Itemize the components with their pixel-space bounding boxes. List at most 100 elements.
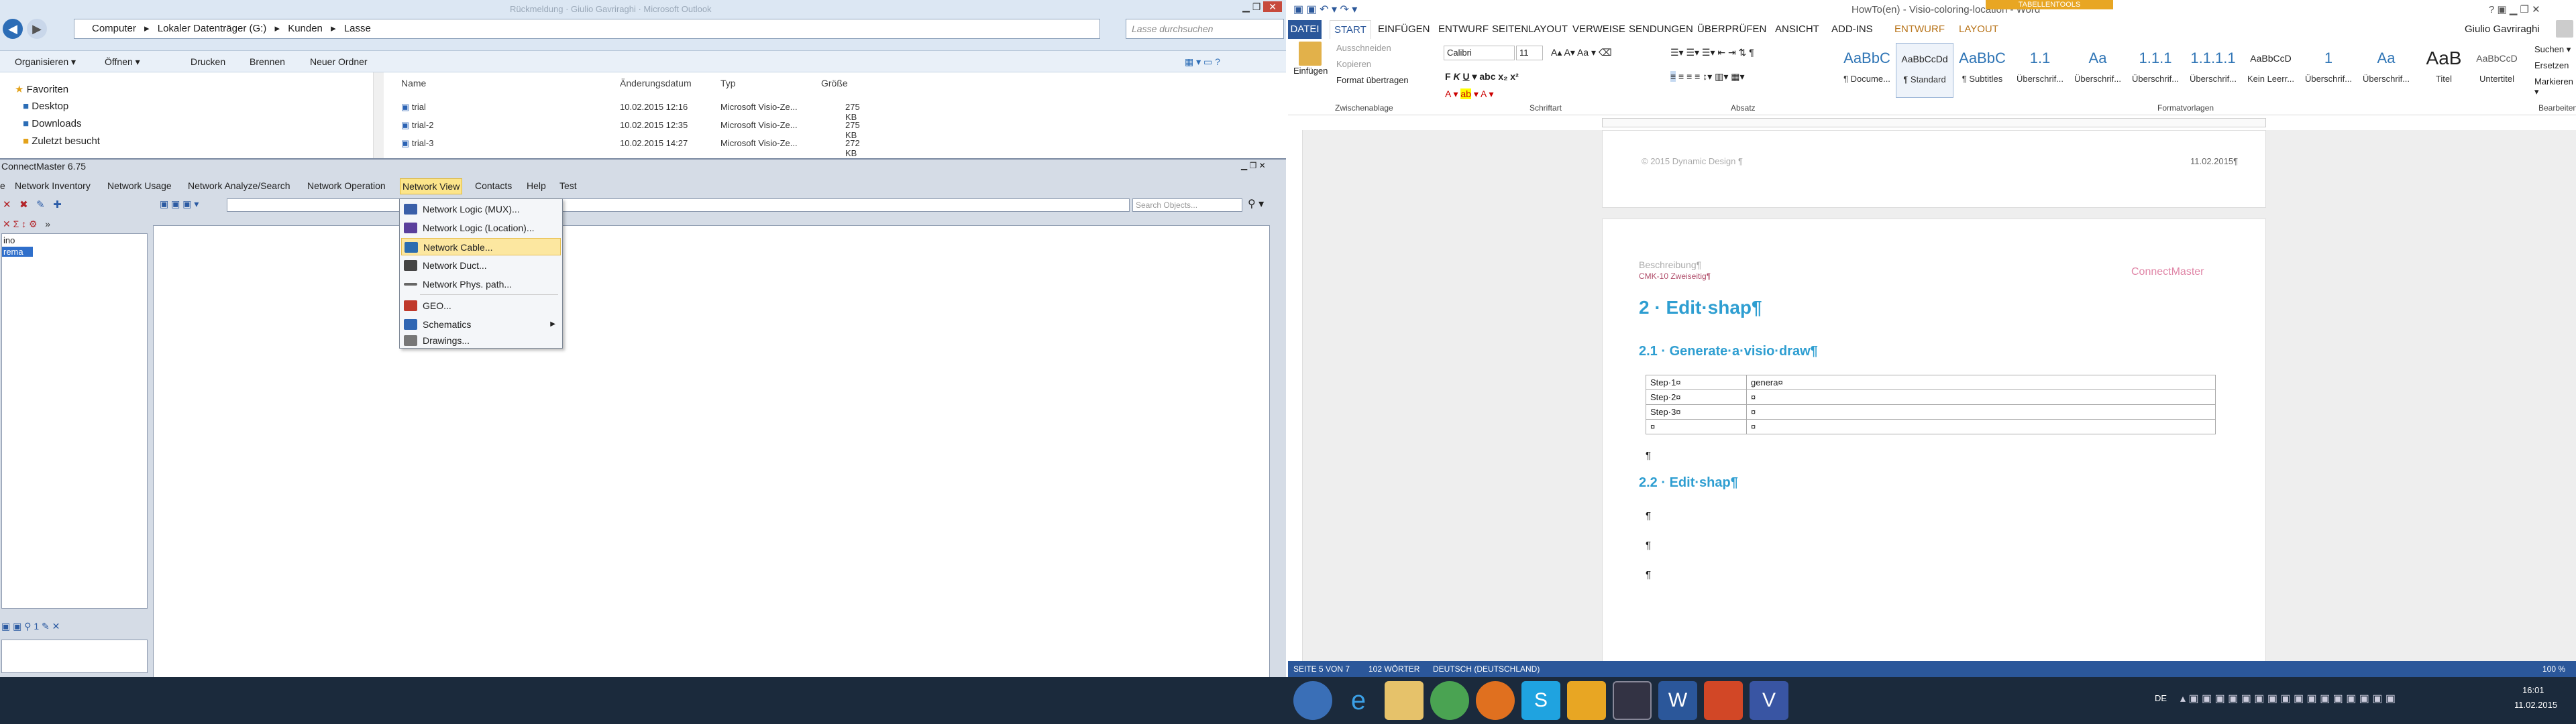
language-indicator[interactable]: DE bbox=[2155, 693, 2167, 703]
firefox-icon[interactable] bbox=[1476, 681, 1515, 720]
menu-network-usage[interactable]: Network Usage bbox=[107, 178, 172, 193]
font-color-icons[interactable]: A ▾ ab ▾ A ▾ bbox=[1445, 88, 1493, 100]
favorites-header[interactable]: ★ Favoriten bbox=[15, 83, 68, 95]
style-item[interactable]: AaBbC ¶ Subtitles bbox=[1953, 43, 2011, 98]
favorite-recent[interactable]: ■ Zuletzt besucht bbox=[23, 135, 100, 147]
powerpoint-icon[interactable] bbox=[1704, 681, 1743, 720]
address-part[interactable]: Computer bbox=[92, 23, 136, 34]
organize-button[interactable]: Organisieren ▾ bbox=[15, 51, 76, 72]
new-folder-button[interactable]: Neuer Ordner bbox=[310, 51, 368, 72]
cm-search-input[interactable]: Search Objects... bbox=[1132, 198, 1242, 212]
favorite-desktop[interactable]: ■ Desktop bbox=[23, 101, 68, 112]
table-cell[interactable]: Step·2¤ bbox=[1646, 389, 1747, 405]
tab-addins[interactable]: ADD-INS bbox=[1831, 20, 1873, 39]
table-cell[interactable]: ¤ bbox=[1746, 419, 2216, 434]
burn-button[interactable]: Brennen bbox=[250, 51, 285, 72]
menu-item-drawings[interactable]: Drawings... bbox=[401, 332, 561, 349]
menu-contacts[interactable]: Contacts bbox=[475, 178, 512, 193]
toolbar-icons[interactable]: ✕ ✖ ✎ ✚ bbox=[3, 198, 62, 210]
connectmaster-icon[interactable] bbox=[1613, 681, 1652, 720]
style-item-selected[interactable]: AaBbCcDd ¶ Standard bbox=[1896, 43, 1953, 98]
font-size-select[interactable]: 11 bbox=[1516, 46, 1543, 60]
col-name[interactable]: Name bbox=[401, 78, 426, 88]
address-part[interactable]: Lasse bbox=[344, 23, 371, 34]
forward-button[interactable]: ▶ bbox=[27, 19, 47, 39]
horizontal-ruler[interactable] bbox=[1288, 115, 2576, 130]
tab-references[interactable]: VERWEISE bbox=[1572, 20, 1625, 39]
cm-nav-icons[interactable]: ▣ ▣ ▣ ▾ bbox=[160, 198, 227, 212]
col-type[interactable]: Typ bbox=[720, 78, 736, 88]
cut-button[interactable]: Ausschneiden bbox=[1336, 43, 1391, 53]
style-item[interactable]: 1.1 Überschrif... bbox=[2011, 43, 2069, 98]
word-icon[interactable]: W bbox=[1658, 681, 1697, 720]
menu-item-schematics[interactable]: Schematics ▶ bbox=[401, 316, 561, 333]
paste-button[interactable]: Einfügen bbox=[1293, 42, 1328, 82]
align-icons[interactable]: ≡ ≡ ≡ ≡ ↕▾ ▥▾ ▦▾ bbox=[1670, 71, 1745, 82]
font-name-select[interactable]: Calibri bbox=[1444, 46, 1515, 60]
table-cell[interactable]: ¤ bbox=[1746, 389, 2216, 405]
col-size[interactable]: Größe bbox=[821, 78, 848, 88]
menu-network-view[interactable]: Network View bbox=[400, 178, 463, 194]
binoculars-icon[interactable]: ⚲ ▾ bbox=[1248, 197, 1264, 210]
panel-icons[interactable]: ✕ Σ ↕ ⚙ » bbox=[3, 219, 50, 230]
open-button[interactable]: Öffnen ▾ bbox=[105, 51, 140, 72]
col-date[interactable]: Änderungsdatum bbox=[620, 78, 692, 88]
vertical-ruler[interactable] bbox=[1288, 130, 1303, 672]
menu-item-network-duct[interactable]: Network Duct... bbox=[401, 257, 561, 274]
quick-access-icons[interactable]: ▣ ▣ ↶ ▾ ↷ ▾ bbox=[1293, 0, 1357, 20]
tab-view[interactable]: ANSICHT bbox=[1775, 20, 1819, 39]
internet-explorer-icon[interactable]: e bbox=[1339, 681, 1378, 720]
word-window-controls[interactable]: ? ▣ ▁ ❐ ✕ bbox=[2489, 0, 2540, 20]
tab-table-design[interactable]: ENTWURF bbox=[1894, 20, 1945, 39]
style-item[interactable]: AaBbCcD Untertitel bbox=[2473, 43, 2521, 98]
menu-help[interactable]: Help bbox=[527, 178, 546, 193]
menu-item-logic-location[interactable]: Network Logic (Location)... bbox=[401, 219, 561, 237]
font-format-icons[interactable]: F K U ▾ abc x₂ x² bbox=[1445, 71, 1519, 82]
menu-network-analyze[interactable]: Network Analyze/Search bbox=[188, 178, 290, 193]
tab-start[interactable]: START bbox=[1330, 20, 1371, 40]
table-cell[interactable]: Step·1¤ bbox=[1646, 375, 1747, 390]
tree-item[interactable]: ino bbox=[2, 234, 147, 247]
address-bar[interactable]: Computer ▸ Lokaler Datenträger (G:) ▸ Ku… bbox=[74, 19, 1100, 39]
table-cell[interactable]: ¤ bbox=[1746, 404, 2216, 420]
menu-item-logic-mux[interactable]: Network Logic (MUX)... bbox=[401, 200, 561, 218]
visio-icon[interactable]: V bbox=[1750, 681, 1788, 720]
style-item[interactable]: AaBbC ¶ Docume... bbox=[1838, 43, 1896, 98]
replace-button[interactable]: Ersetzen bbox=[2534, 60, 2569, 70]
style-item[interactable]: Aa Überschrif... bbox=[2069, 43, 2127, 98]
style-item[interactable]: AaB Titel bbox=[2415, 43, 2473, 98]
menu-network-operation[interactable]: Network Operation bbox=[307, 178, 386, 193]
cm-path-combo[interactable] bbox=[227, 198, 1130, 212]
menu-e[interactable]: e bbox=[0, 178, 5, 193]
status-words[interactable]: 102 WÖRTER bbox=[1368, 661, 1419, 677]
tab-insert[interactable]: EINFÜGEN bbox=[1378, 20, 1430, 39]
format-painter-button[interactable]: Format übertragen bbox=[1336, 75, 1409, 85]
table-cell[interactable]: genera¤ bbox=[1746, 375, 2216, 390]
file-row[interactable]: ▣ trial-2 10.02.2015 12:35 Microsoft Visio… bbox=[401, 120, 871, 140]
view-options-icon[interactable]: ▦ ▾ ▭ ? bbox=[1185, 51, 1220, 72]
heading-2[interactable]: 2 · Edit·shap¶ bbox=[1639, 297, 1762, 318]
steps-table[interactable]: Step·1¤ genera¤ Step·2¤ ¤ Step·3¤ ¤ ¤ ¤ bbox=[1646, 375, 2216, 434]
style-item[interactable]: 1 Überschrif... bbox=[2300, 43, 2357, 98]
menu-item-geo[interactable]: GEO... bbox=[401, 297, 561, 314]
file-row[interactable]: ▣ trial 10.02.2015 12:16 Microsoft Visio-Z… bbox=[401, 102, 871, 122]
back-button[interactable]: ◀ bbox=[3, 19, 23, 39]
tab-review[interactable]: ÜBERPRÜFEN bbox=[1697, 20, 1766, 39]
tab-design[interactable]: ENTWURF bbox=[1438, 20, 1489, 39]
style-item[interactable]: 1.1.1.1 Überschrif... bbox=[2184, 43, 2242, 98]
status-zoom[interactable]: 100 % bbox=[2542, 661, 2565, 677]
select-button[interactable]: Markieren ▾ bbox=[2534, 76, 2576, 97]
tab-mailings[interactable]: SENDUNGEN bbox=[1629, 20, 1693, 39]
file-row[interactable]: ▣ trial-3 10.02.2015 14:27 Microsoft Visio… bbox=[401, 138, 871, 158]
menu-item-network-cable[interactable]: Network Cable... bbox=[401, 238, 561, 255]
heading-2-1[interactable]: 2.1 · Generate·a·visio·draw¶ bbox=[1639, 344, 1818, 359]
skype-icon[interactable]: S bbox=[1521, 681, 1560, 720]
avatar[interactable] bbox=[2556, 20, 2573, 38]
table-cell[interactable]: ¤ bbox=[1646, 419, 1747, 434]
style-item[interactable]: AaBbCcD Kein Leerr... bbox=[2242, 43, 2300, 98]
tree-item-selected[interactable]: rema bbox=[2, 247, 33, 257]
address-part[interactable]: Kunden bbox=[288, 23, 323, 34]
file-explorer-icon[interactable] bbox=[1385, 681, 1424, 720]
tray-icons[interactable]: ▴ ▣ ▣ ▣ ▣ ▣ ▣ ▣ ▣ ▣ ▣ ▣ ▣ ▣ ▣ ▣ ▣ bbox=[2180, 692, 2396, 705]
window-controls[interactable]: ▁ ❐ ✕ bbox=[1208, 0, 1286, 15]
